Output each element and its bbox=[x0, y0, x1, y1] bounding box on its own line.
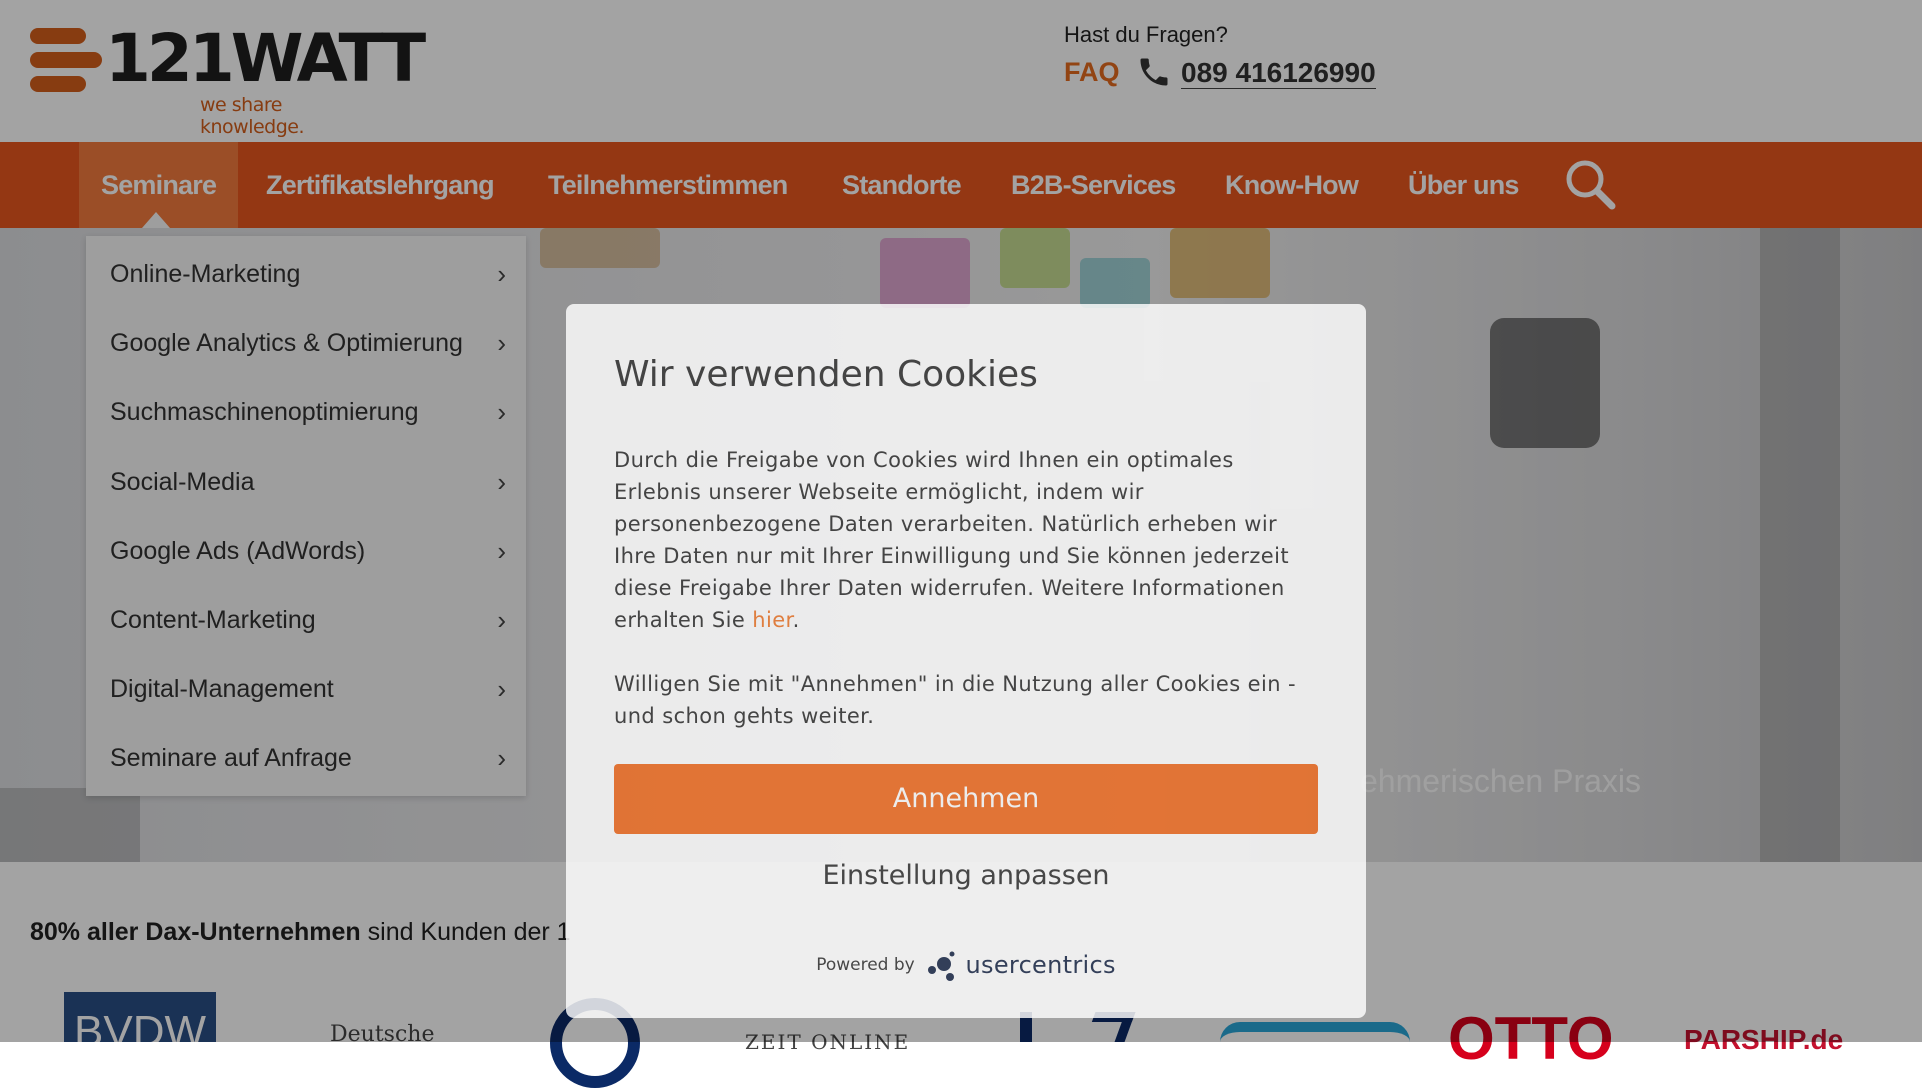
cookie-dialog-text-2: Willigen Sie mit "Annehmen" in die Nutzu… bbox=[614, 672, 1296, 728]
powered-by: Powered by usercentrics bbox=[566, 948, 1366, 982]
privacy-link[interactable]: hier bbox=[752, 608, 792, 632]
cookie-dialog-title: Wir verwenden Cookies bbox=[614, 354, 1038, 395]
cookie-dialog-text: Durch die Freigabe von Cookies wird Ihne… bbox=[614, 444, 1324, 636]
cookie-dialog-body-end: . bbox=[792, 608, 800, 632]
cookie-consent-dialog: Wir verwenden Cookies Durch die Freigabe… bbox=[566, 304, 1366, 1018]
settings-button[interactable]: Einstellung anpassen bbox=[614, 848, 1318, 904]
usercentrics-wordmark: usercentrics bbox=[965, 951, 1116, 979]
powered-by-label: Powered by bbox=[816, 955, 915, 975]
accept-button[interactable]: Annehmen bbox=[614, 764, 1318, 834]
cookie-dialog-body: Durch die Freigabe von Cookies wird Ihne… bbox=[614, 448, 1289, 632]
usercentrics-logo-icon bbox=[928, 951, 955, 981]
